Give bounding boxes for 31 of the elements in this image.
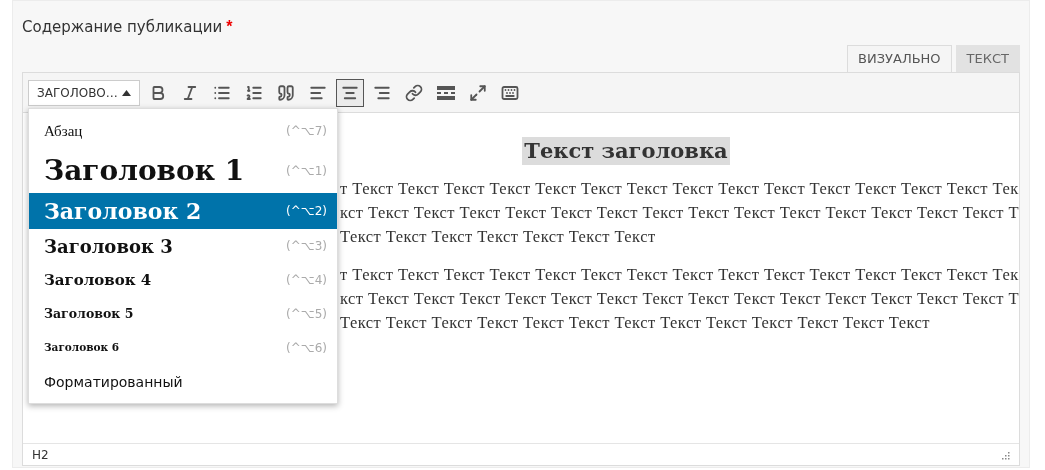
required-mark: * bbox=[226, 17, 233, 37]
paragraph-line: т Текст Текст Текст Текст Текст Текст Текст Текст Текст Текст Текст Текст Текст Текст Тек bbox=[340, 178, 1019, 200]
quote-icon bbox=[277, 83, 295, 102]
heading-text: Текст заголовка bbox=[522, 137, 730, 165]
editor-tab[interactable]: ВИЗУАЛЬНО bbox=[847, 45, 952, 72]
format-menu-item[interactable]: Заголовок 3 (^⌥3) bbox=[29, 229, 337, 263]
format-menu-item[interactable]: Заголовок 6 (^⌥6) bbox=[29, 331, 337, 365]
element-path: H2 bbox=[32, 446, 49, 464]
editor-tab[interactable]: ТЕКСТ bbox=[955, 45, 1020, 72]
align-center-button[interactable] bbox=[336, 78, 364, 107]
format-select[interactable]: ЗАГОЛОВО… bbox=[28, 79, 140, 106]
format-menu-item[interactable]: Заголовок 4 (^⌥4) bbox=[29, 263, 337, 297]
fullscreen-icon bbox=[469, 83, 487, 102]
caret-icon bbox=[122, 89, 131, 96]
keyboard-icon bbox=[501, 83, 519, 102]
paragraph-line: т Текст Текст Текст Текст Текст Текст Текст Текст Текст Текст Текст Текст Текст Текст Тек bbox=[340, 264, 1019, 286]
format-menu-item[interactable]: Заголовок 2 (^⌥2) bbox=[29, 193, 337, 229]
read-more-icon bbox=[437, 85, 455, 100]
field-label: Содержание публикации bbox=[22, 16, 223, 38]
paragraph-line: Текст Текст Текст Текст Текст Текст Текст bbox=[340, 226, 657, 248]
link-icon bbox=[405, 83, 423, 102]
format-menu-item[interactable]: Заголовок 1 (^⌥1) bbox=[29, 149, 337, 193]
italic-icon bbox=[181, 83, 199, 102]
paragraph-line: Текст Текст Текст Текст Текст Текст Текст Текст Текст Текст Текст Текст Текст bbox=[340, 312, 932, 334]
paragraph-line: кст Текст Текст Текст Текст Текст Текст Текст Текст Текст Текст Текст Текст Текст Текст Т bbox=[340, 288, 1019, 310]
format-menu-item[interactable]: Абзац (^⌥7) bbox=[29, 113, 337, 149]
format-menu-item[interactable]: Форматированный bbox=[29, 365, 337, 399]
format-menu-item[interactable]: Заголовок 5 (^⌥5) bbox=[29, 297, 337, 331]
numbered-list-icon bbox=[245, 83, 263, 102]
paragraph-line: кст Текст Текст Текст Текст Текст Текст Текст Текст Текст Текст Текст Текст Текст Текст Т bbox=[340, 202, 1019, 224]
resize-handle-icon bbox=[1000, 449, 1010, 460]
